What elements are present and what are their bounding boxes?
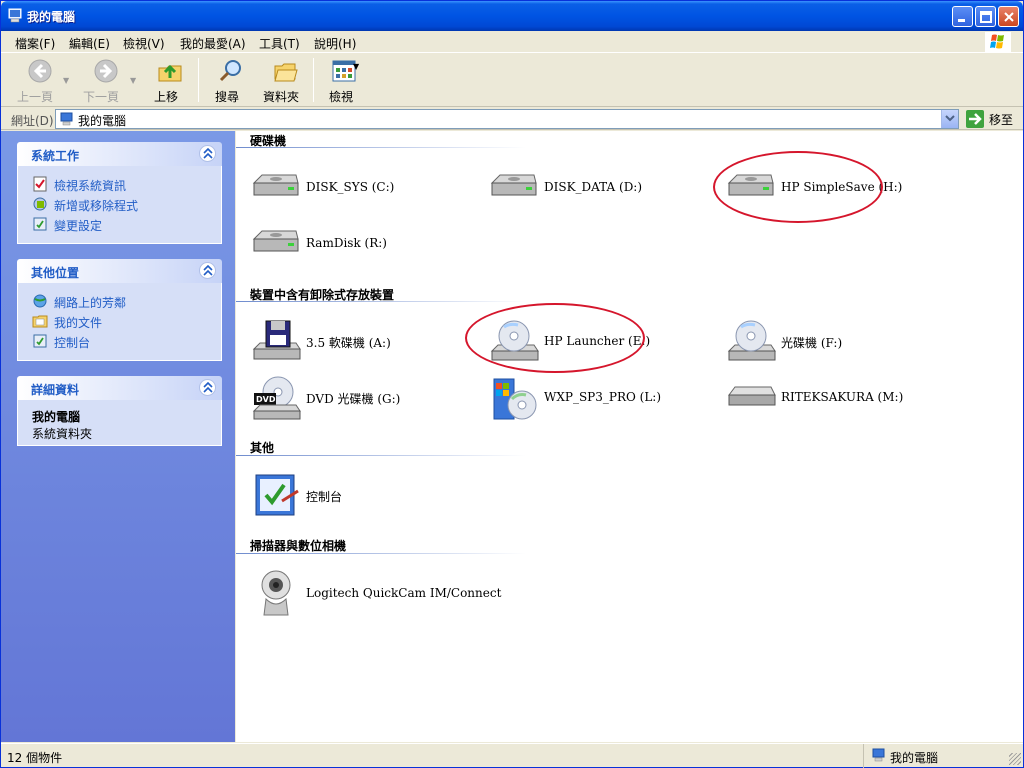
back-button[interactable]: 上一頁 bbox=[13, 58, 57, 104]
details-type: 系統資料夾 bbox=[32, 427, 93, 441]
control-panel-link[interactable]: 控制台 bbox=[30, 331, 221, 351]
group-header-other: 其他 bbox=[250, 441, 275, 455]
explorer-window: 我的電腦 檔案(F) 編輯(E) 檢視(V) 我的最愛(A) 工具(T) 說明(… bbox=[0, 0, 1024, 768]
status-object-count: 12 個物件 bbox=[7, 751, 63, 765]
chevron-up-double-icon bbox=[203, 382, 213, 393]
svg-text:DVD: DVD bbox=[256, 395, 276, 404]
collapse-button[interactable] bbox=[199, 262, 216, 279]
search-button[interactable]: 搜尋 bbox=[207, 58, 247, 104]
hard-drive-icon bbox=[252, 230, 299, 252]
control-panel-icon bbox=[255, 474, 299, 516]
maximize-button[interactable] bbox=[975, 6, 996, 27]
webcam-icon bbox=[261, 570, 291, 616]
window-title: 我的電腦 bbox=[27, 10, 76, 24]
close-icon bbox=[1004, 12, 1014, 22]
close-button[interactable] bbox=[998, 6, 1019, 27]
address-input[interactable]: 我的電腦 bbox=[55, 109, 959, 129]
minimize-button[interactable] bbox=[952, 6, 973, 27]
details-name: 我的電腦 bbox=[32, 410, 81, 424]
cd-drive-icon bbox=[727, 320, 776, 361]
floppy-drive-icon bbox=[252, 320, 301, 360]
title-bar[interactable]: 我的電腦 bbox=[1, 1, 1023, 31]
menu-edit[interactable]: 編輯(E) bbox=[69, 35, 110, 52]
status-location: 我的電腦 bbox=[863, 744, 1023, 768]
my-documents-icon bbox=[32, 315, 48, 328]
network-places-icon bbox=[33, 294, 47, 308]
folders-icon bbox=[274, 63, 298, 82]
resize-grip[interactable] bbox=[1009, 753, 1021, 765]
chevron-up-double-icon bbox=[203, 265, 213, 276]
toolbar-separator bbox=[198, 58, 199, 102]
folders-button[interactable]: 資料夾 bbox=[258, 58, 304, 104]
hard-drive-icon bbox=[727, 174, 774, 196]
menu-file[interactable]: 檔案(F) bbox=[15, 35, 55, 52]
forward-arrow-icon bbox=[94, 59, 117, 83]
group-divider bbox=[236, 301, 526, 302]
chevron-down-icon bbox=[945, 115, 955, 122]
control-panel-icon bbox=[33, 334, 47, 348]
menu-favorites[interactable]: 我的最愛(A) bbox=[180, 35, 246, 52]
address-bar: 網址(D) 我的電腦 移至 bbox=[1, 108, 1023, 130]
toolbar-separator bbox=[313, 58, 314, 102]
group-header-scanners: 掃描器與數位相機 bbox=[250, 539, 347, 553]
address-label: 網址(D) bbox=[11, 114, 54, 128]
my-computer-icon bbox=[60, 112, 73, 126]
menu-bar: 檔案(F) 編輯(E) 檢視(V) 我的最愛(A) 工具(T) 說明(H) bbox=[1, 31, 1023, 53]
system-tasks-header[interactable]: 系統工作 bbox=[17, 142, 222, 166]
minimize-icon bbox=[958, 19, 965, 22]
menu-tools[interactable]: 工具(T) bbox=[259, 35, 300, 52]
my-documents-link[interactable]: 我的文件 bbox=[30, 311, 221, 331]
search-icon bbox=[219, 60, 241, 82]
group-divider bbox=[236, 147, 526, 148]
control-panel-icon bbox=[33, 217, 47, 231]
maximize-icon bbox=[980, 11, 992, 23]
folder-up-icon bbox=[158, 64, 181, 82]
change-settings-link[interactable]: 變更設定 bbox=[30, 214, 221, 234]
group-divider bbox=[236, 553, 526, 554]
system-tasks-panel: 系統工作 檢視系統資訊 新增或移除程式 變更設定 bbox=[17, 142, 222, 244]
standard-toolbar: 上一頁 ▼ 下一頁 ▼ 上移 搜尋 資料夾 檢視 ▼ bbox=[1, 54, 1023, 107]
network-places-link[interactable]: 網路上的芳鄰 bbox=[30, 291, 221, 311]
chevron-up-double-icon bbox=[203, 148, 213, 159]
details-panel: 詳細資料 我的電腦 系統資料夾 bbox=[17, 376, 222, 446]
windows-logo-icon bbox=[985, 32, 1011, 52]
status-bar: 12 個物件 我的電腦 bbox=[1, 743, 1023, 768]
up-button[interactable]: 上移 bbox=[146, 58, 186, 104]
collapse-button[interactable] bbox=[199, 145, 216, 162]
views-dropdown-icon[interactable]: ▼ bbox=[353, 62, 359, 71]
details-header[interactable]: 詳細資料 bbox=[17, 376, 222, 400]
go-arrow-icon bbox=[966, 110, 984, 128]
forward-dropdown-icon[interactable]: ▼ bbox=[130, 76, 136, 85]
collapse-button[interactable] bbox=[199, 379, 216, 396]
cd-drive-icon bbox=[490, 320, 539, 361]
hard-drive-icon bbox=[490, 174, 537, 196]
task-pane: 系統工作 檢視系統資訊 新增或移除程式 變更設定 其他位置 網路上的芳鄰 我的文… bbox=[1, 131, 235, 742]
xp-setup-cd-icon bbox=[493, 378, 537, 420]
file-view: 硬碟機 DISK_SYS (C:) DISK_DATA (D:) HP Simp… bbox=[236, 131, 1023, 742]
group-divider bbox=[236, 455, 526, 456]
back-dropdown-icon[interactable]: ▼ bbox=[63, 76, 69, 85]
dvd-drive-icon: DVD bbox=[252, 376, 301, 420]
system-info-icon bbox=[33, 176, 47, 192]
back-arrow-icon bbox=[28, 59, 51, 83]
menu-view[interactable]: 檢視(V) bbox=[123, 35, 165, 52]
removable-disk-icon bbox=[728, 386, 776, 406]
other-places-header[interactable]: 其他位置 bbox=[17, 259, 222, 283]
my-computer-icon bbox=[8, 8, 22, 23]
my-computer-icon bbox=[872, 748, 885, 762]
hard-drive-icon bbox=[252, 174, 299, 196]
view-system-info-link[interactable]: 檢視系統資訊 bbox=[30, 174, 221, 194]
add-remove-programs-link[interactable]: 新增或移除程式 bbox=[30, 194, 221, 214]
other-places-panel: 其他位置 網路上的芳鄰 我的文件 控制台 bbox=[17, 259, 222, 361]
forward-button[interactable]: 下一頁 bbox=[79, 58, 123, 104]
address-dropdown-button[interactable] bbox=[941, 110, 958, 128]
go-button[interactable]: 移至 bbox=[965, 110, 1019, 128]
add-remove-programs-icon bbox=[33, 197, 47, 211]
menu-help[interactable]: 說明(H) bbox=[314, 35, 356, 52]
